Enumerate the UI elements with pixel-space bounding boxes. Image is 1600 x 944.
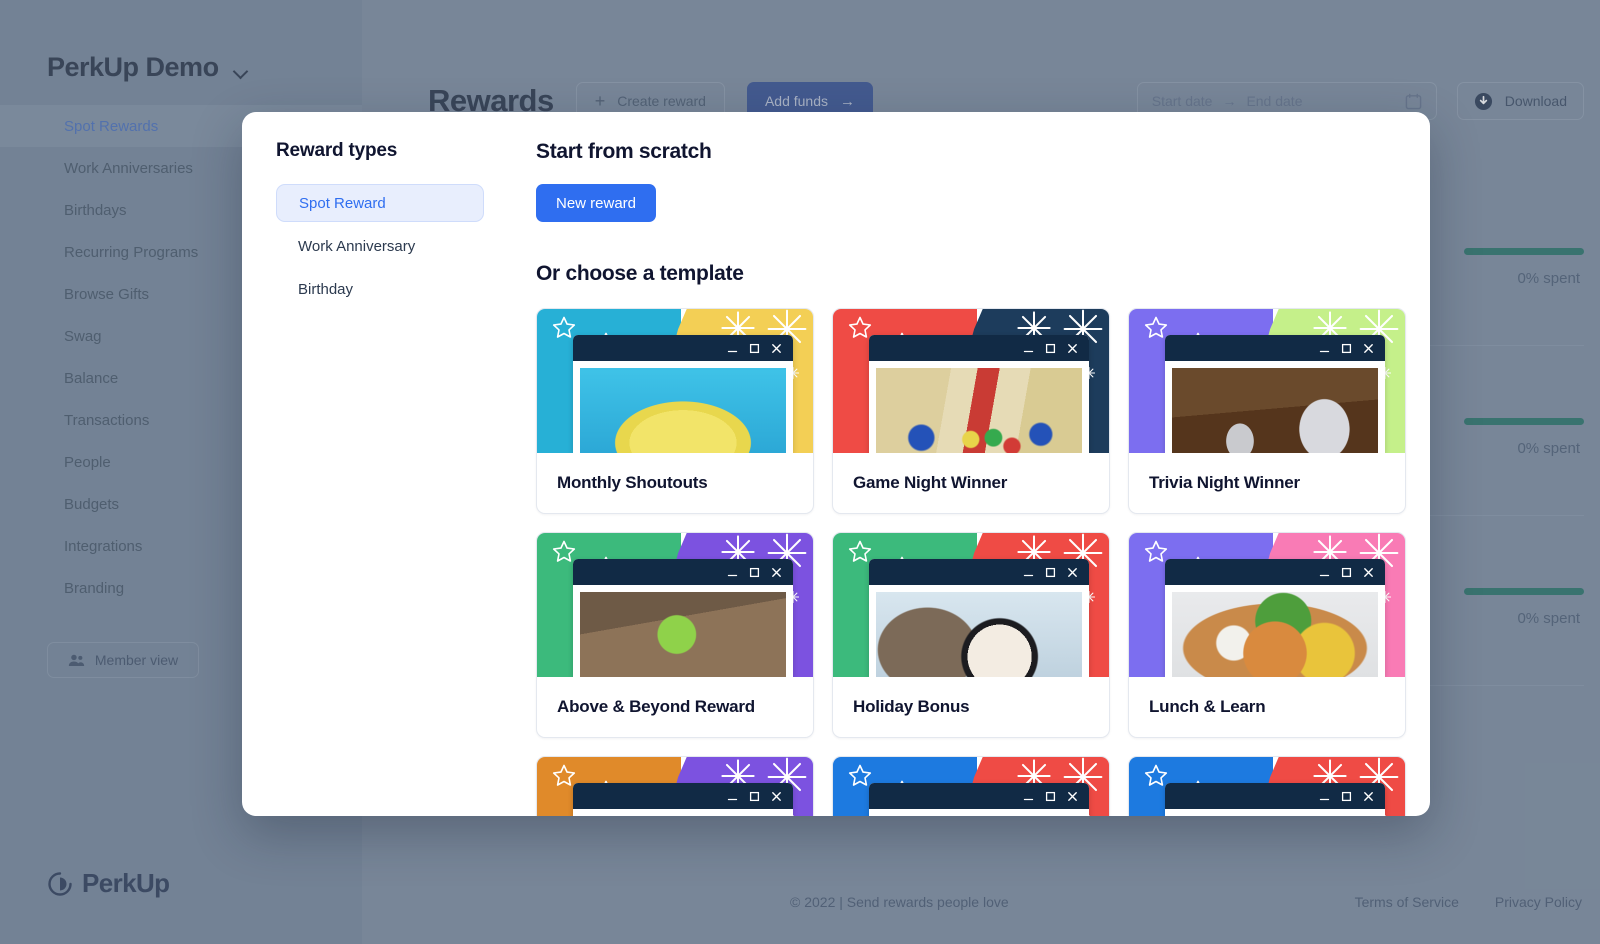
template-artwork xyxy=(833,533,1109,677)
window-titlebar xyxy=(573,783,793,809)
template-window-frame xyxy=(869,559,1089,677)
close-icon[interactable] xyxy=(1067,567,1078,578)
template-artwork xyxy=(1129,533,1405,677)
reward-type-work-anniversary[interactable]: Work Anniversary xyxy=(276,227,484,265)
template-card[interactable]: Trivia Night Winner xyxy=(1128,308,1406,514)
template-name: Game Night Winner xyxy=(853,473,1008,492)
template-window-frame xyxy=(1165,783,1385,816)
window-titlebar xyxy=(573,335,793,361)
minimize-icon[interactable] xyxy=(1023,343,1034,354)
template-window-frame xyxy=(573,559,793,677)
minimize-icon[interactable] xyxy=(727,343,738,354)
window-titlebar xyxy=(869,335,1089,361)
template-artwork xyxy=(537,309,813,453)
window-titlebar xyxy=(573,559,793,585)
reward-type-label: Spot Reward xyxy=(299,194,386,212)
window-titlebar xyxy=(869,559,1089,585)
reward-template-modal: Reward types Spot Reward Work Anniversar… xyxy=(242,112,1430,816)
template-artwork xyxy=(537,533,813,677)
choose-template-title: Or choose a template xyxy=(536,262,744,285)
close-icon[interactable] xyxy=(771,791,782,802)
template-window-frame xyxy=(1165,559,1385,677)
maximize-icon[interactable] xyxy=(1341,343,1352,354)
template-name: Above & Beyond Reward xyxy=(557,697,755,716)
template-grid: Monthly Shoutouts Game Night Winner Trivia… xyxy=(536,308,1406,816)
template-artwork xyxy=(1129,757,1405,816)
minimize-icon[interactable] xyxy=(727,567,738,578)
template-photo xyxy=(876,592,1082,677)
template-photo xyxy=(580,592,786,677)
template-window-frame xyxy=(869,335,1089,453)
window-titlebar xyxy=(1165,335,1385,361)
close-icon[interactable] xyxy=(1067,343,1078,354)
maximize-icon[interactable] xyxy=(1045,567,1056,578)
template-card[interactable]: Lunch & Learn xyxy=(1128,532,1406,738)
template-name: Trivia Night Winner xyxy=(1149,473,1300,492)
reward-type-label: Work Anniversary xyxy=(298,237,416,255)
window-titlebar xyxy=(1165,559,1385,585)
close-icon[interactable] xyxy=(771,567,782,578)
template-card[interactable]: Monthly Shoutouts xyxy=(536,308,814,514)
template-photo xyxy=(1172,592,1378,677)
template-artwork xyxy=(537,757,813,816)
start-from-scratch-title: Start from scratch xyxy=(536,140,712,163)
template-name: Lunch & Learn xyxy=(1149,697,1266,716)
maximize-icon[interactable] xyxy=(1045,791,1056,802)
template-window-frame xyxy=(573,335,793,453)
maximize-icon[interactable] xyxy=(1341,567,1352,578)
reward-type-spot-reward[interactable]: Spot Reward xyxy=(276,184,484,222)
modal-body: Start from scratch New reward Or choose … xyxy=(502,112,1430,816)
template-card[interactable]: Game Night Winner xyxy=(832,308,1110,514)
maximize-icon[interactable] xyxy=(1045,343,1056,354)
minimize-icon[interactable] xyxy=(1319,567,1330,578)
minimize-icon[interactable] xyxy=(1023,567,1034,578)
new-reward-button[interactable]: New reward xyxy=(536,184,656,222)
maximize-icon[interactable] xyxy=(749,791,760,802)
template-card[interactable]: Above & Beyond Reward xyxy=(536,532,814,738)
reward-types-title: Reward types xyxy=(276,140,398,161)
close-icon[interactable] xyxy=(1363,791,1374,802)
maximize-icon[interactable] xyxy=(1341,791,1352,802)
close-icon[interactable] xyxy=(1067,791,1078,802)
template-card[interactable] xyxy=(536,756,814,816)
reward-type-label: Birthday xyxy=(298,280,354,298)
template-window-frame xyxy=(869,783,1089,816)
close-icon[interactable] xyxy=(1363,343,1374,354)
template-card[interactable] xyxy=(1128,756,1406,816)
template-artwork xyxy=(833,757,1109,816)
template-window-frame xyxy=(1165,335,1385,453)
template-card[interactable] xyxy=(832,756,1110,816)
minimize-icon[interactable] xyxy=(1023,791,1034,802)
template-photo xyxy=(876,368,1082,453)
template-artwork xyxy=(833,309,1109,453)
maximize-icon[interactable] xyxy=(749,343,760,354)
reward-type-birthday[interactable]: Birthday xyxy=(276,270,484,308)
close-icon[interactable] xyxy=(771,343,782,354)
template-name: Monthly Shoutouts xyxy=(557,473,708,492)
close-icon[interactable] xyxy=(1363,567,1374,578)
minimize-icon[interactable] xyxy=(727,791,738,802)
window-titlebar xyxy=(869,783,1089,809)
reward-types-panel: Reward types Spot Reward Work Anniversar… xyxy=(242,112,502,816)
maximize-icon[interactable] xyxy=(749,567,760,578)
template-card[interactable]: Holiday Bonus xyxy=(832,532,1110,738)
window-titlebar xyxy=(1165,783,1385,809)
minimize-icon[interactable] xyxy=(1319,791,1330,802)
template-artwork xyxy=(1129,309,1405,453)
template-photo xyxy=(1172,368,1378,453)
template-photo xyxy=(580,368,786,453)
template-name: Holiday Bonus xyxy=(853,697,970,716)
minimize-icon[interactable] xyxy=(1319,343,1330,354)
template-window-frame xyxy=(573,783,793,816)
